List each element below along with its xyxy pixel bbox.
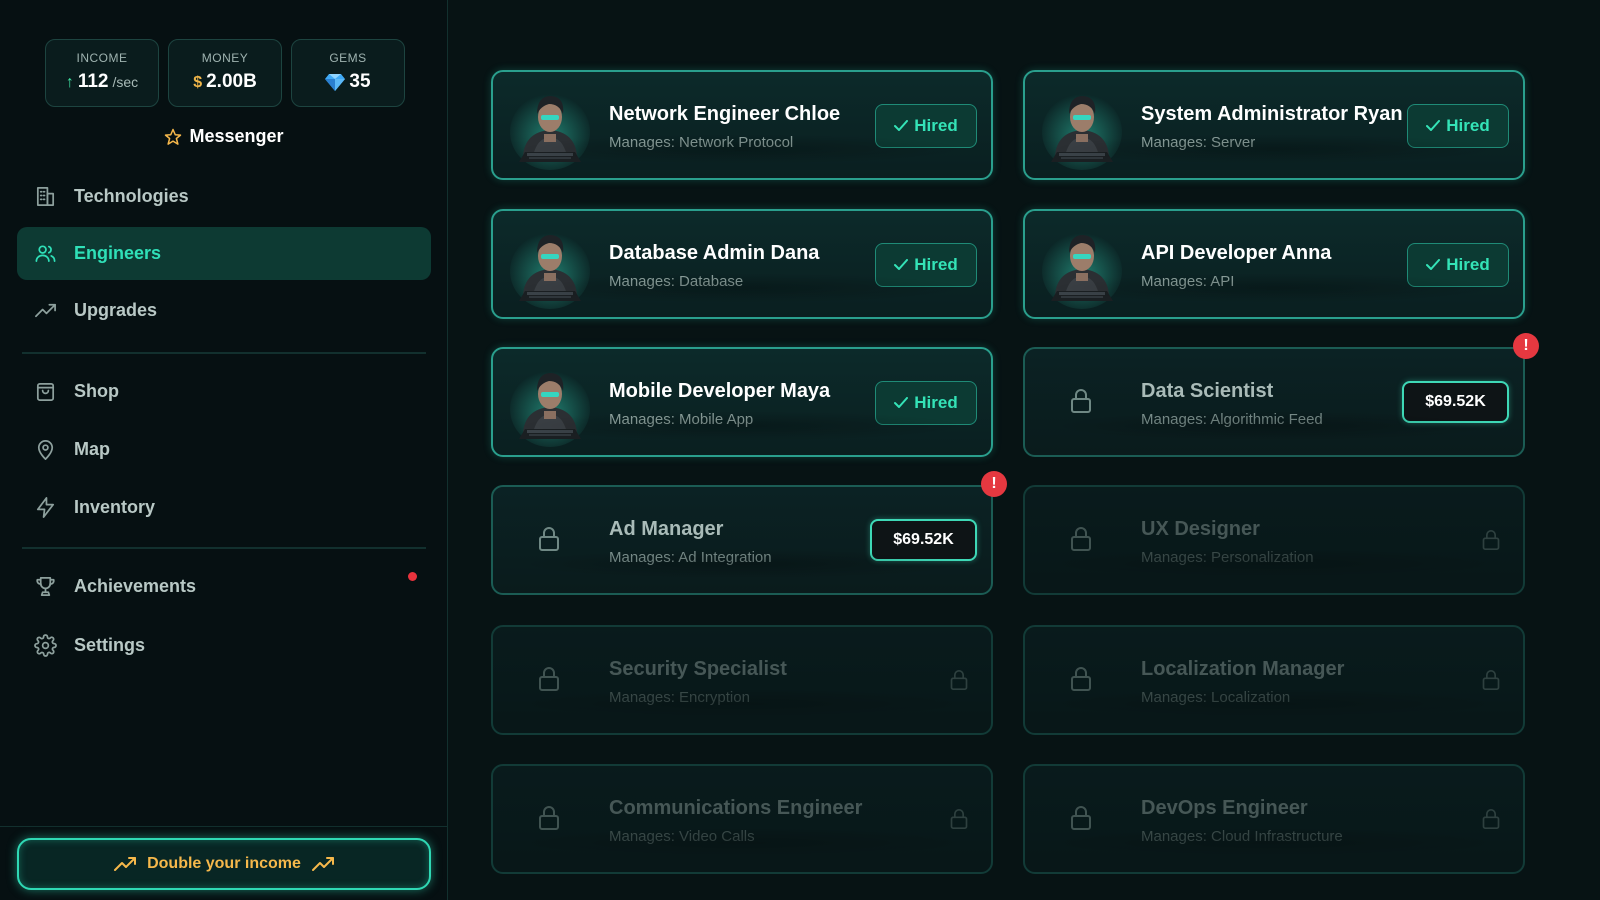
check-icon <box>1426 120 1441 131</box>
engineer-info: Ad Manager Manages: Ad Integration <box>609 487 874 593</box>
hired-button[interactable]: Hired <box>1407 243 1509 287</box>
hired-label: Hired <box>914 255 958 274</box>
engineer-manages: Manages: Cloud Infrastructure <box>1141 827 1343 845</box>
engineer-info: DevOps Engineer Manages: Cloud Infrastruc… <box>1141 766 1406 872</box>
lock-icon <box>539 527 559 551</box>
engineer-avatar <box>1041 82 1123 170</box>
engineer-manages: Manages: Encryption <box>609 688 750 706</box>
hired-label: Hired <box>1446 116 1490 135</box>
engineer-name: Mobile Developer Maya <box>609 379 831 402</box>
engineer-manages: Manages: Ad Integration <box>609 548 772 566</box>
lock-icon <box>950 809 968 829</box>
lock-icon <box>539 667 559 691</box>
engineer-name: Ad Manager <box>609 517 724 540</box>
check-icon <box>894 259 909 270</box>
hired-button[interactable]: Hired <box>875 381 977 425</box>
hired-label: Hired <box>914 393 958 412</box>
engineer-info: Network Engineer Chloe Manages: Network P… <box>609 72 874 178</box>
engineer-name: Database Admin Dana <box>609 241 820 264</box>
engineer-name: Communications Engineer <box>609 796 863 819</box>
engineer-info: Communications Engineer Manages: Video Ca… <box>609 766 874 872</box>
engineer-card[interactable]: Localization Manager Manages: Localizatio… <box>1023 625 1525 735</box>
engineer-info: Database Admin Dana Manages: Database <box>609 211 874 317</box>
lock-icon <box>1071 527 1091 551</box>
engineer-avatar <box>509 82 591 170</box>
check-icon <box>894 397 909 408</box>
engineer-manages: Manages: API <box>1141 272 1235 290</box>
lock-icon <box>539 806 559 830</box>
engineer-avatar <box>509 221 591 309</box>
engineer-name: Security Specialist <box>609 657 787 680</box>
engineer-card[interactable]: Ad Manager Manages: Ad Integration $69.52K… <box>491 471 1007 595</box>
engineer-card[interactable]: Data Scientist Manages: Algorithmic Feed $… <box>1023 333 1539 457</box>
engineer-info: Mobile Developer Maya Manages: Mobile App <box>609 349 874 455</box>
engineer-manages: Manages: Database <box>609 272 744 290</box>
engineer-manages: Manages: Personalization <box>1141 548 1314 566</box>
engineer-name: UX Designer <box>1141 517 1260 540</box>
engineer-card[interactable]: DevOps Engineer Manages: Cloud Infrastruc… <box>1023 764 1525 874</box>
hired-button[interactable]: Hired <box>875 243 977 287</box>
engineer-manages: Manages: Network Protocol <box>609 133 794 151</box>
lock-icon <box>1482 530 1500 550</box>
hired-label: Hired <box>1446 255 1490 274</box>
engineer-card[interactable]: API Developer Anna Manages: API Hired <box>1023 209 1525 319</box>
engineer-manages: Manages: Algorithmic Feed <box>1141 410 1323 428</box>
hire-price-button[interactable]: $69.52K <box>870 519 977 561</box>
engineer-info: Security Specialist Manages: Encryption <box>609 627 874 733</box>
engineer-card[interactable]: UX Designer Manages: Personalization <box>1023 485 1525 595</box>
lock-icon <box>1482 809 1500 829</box>
engineer-card[interactable]: Mobile Developer Maya Manages: Mobile App… <box>491 347 993 457</box>
engineer-card[interactable]: Database Admin Dana Manages: Database Hire… <box>491 209 993 319</box>
lock-icon <box>1071 667 1091 691</box>
engineer-info: Data Scientist Manages: Algorithmic Feed <box>1141 349 1406 455</box>
engineer-avatar <box>509 359 591 447</box>
lock-icon <box>950 670 968 690</box>
engineer-info: Localization Manager Manages: Localizatio… <box>1141 627 1406 733</box>
engineer-name: System Administrator Ryan <box>1141 102 1403 125</box>
engineer-manages: Manages: Video Calls <box>609 827 755 845</box>
engineer-info: API Developer Anna Manages: API <box>1141 211 1406 317</box>
engineer-manages: Manages: Mobile App <box>609 410 754 428</box>
engineer-card[interactable]: Communications Engineer Manages: Video Ca… <box>491 764 993 874</box>
lock-icon <box>1071 389 1091 413</box>
engineer-name: Localization Manager <box>1141 657 1345 680</box>
check-icon <box>894 120 909 131</box>
engineer-manages: Manages: Localization <box>1141 688 1291 706</box>
engineer-card[interactable]: Network Engineer Chloe Manages: Network P… <box>491 70 993 180</box>
alert-badge: ! <box>981 471 1007 497</box>
hire-price-button[interactable]: $69.52K <box>1402 381 1509 423</box>
hired-button[interactable]: Hired <box>875 104 977 148</box>
engineer-name: DevOps Engineer <box>1141 796 1308 819</box>
lock-icon <box>1482 670 1500 690</box>
engineer-avatar <box>1041 221 1123 309</box>
alert-badge: ! <box>1513 333 1539 359</box>
engineer-name: API Developer Anna <box>1141 241 1332 264</box>
engineer-info: UX Designer Manages: Personalization <box>1141 487 1406 593</box>
hired-label: Hired <box>914 116 958 135</box>
engineer-name: Data Scientist <box>1141 379 1274 402</box>
engineers-grid: Network Engineer Chloe Manages: Network P… <box>0 0 1600 900</box>
engineer-name: Network Engineer Chloe <box>609 102 841 125</box>
hired-button[interactable]: Hired <box>1407 104 1509 148</box>
engineer-info: System Administrator Ryan Manages: Server <box>1141 72 1406 178</box>
engineer-card[interactable]: Security Specialist Manages: Encryption <box>491 625 993 735</box>
engineer-manages: Manages: Server <box>1141 133 1256 151</box>
lock-icon <box>1071 806 1091 830</box>
engineer-card[interactable]: System Administrator Ryan Manages: Server… <box>1023 70 1525 180</box>
check-icon <box>1426 259 1441 270</box>
